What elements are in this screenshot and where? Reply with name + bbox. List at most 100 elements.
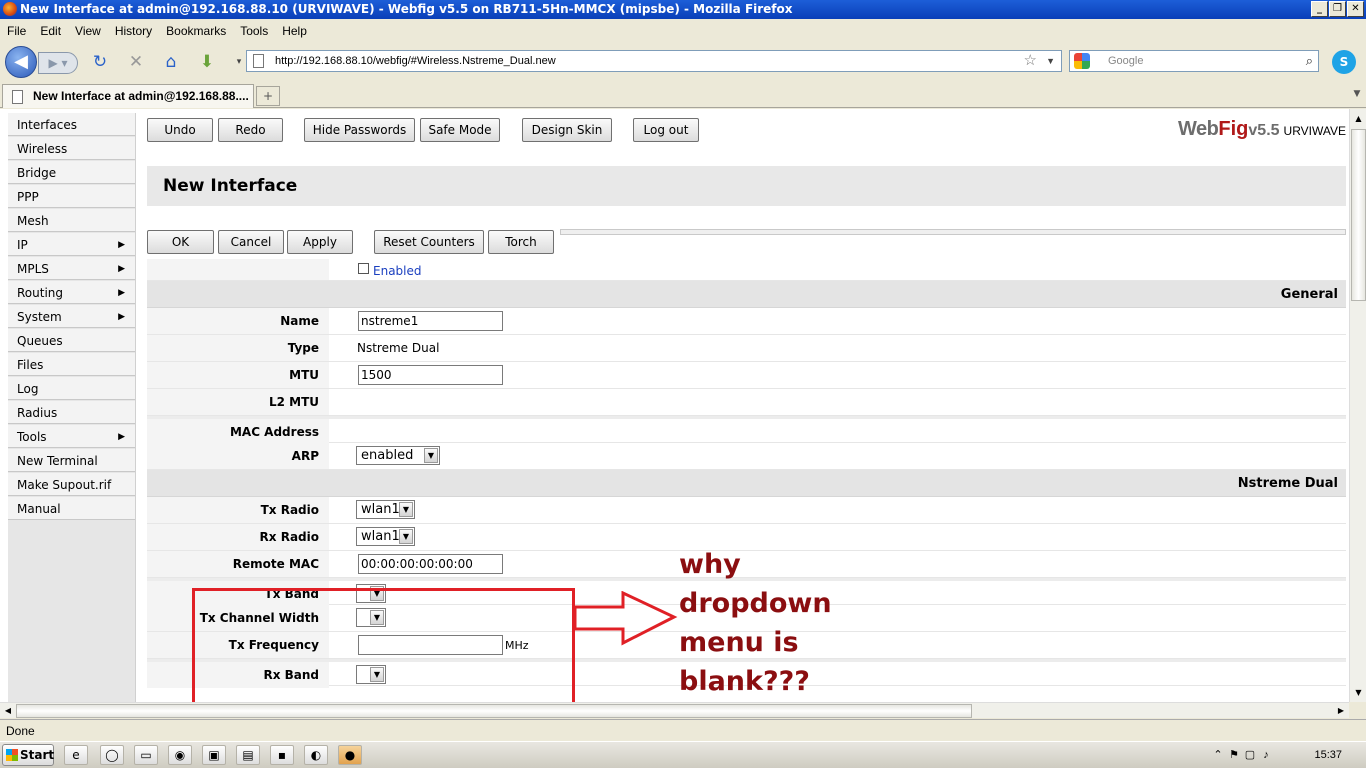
- menu-view[interactable]: View: [68, 21, 108, 41]
- scroll-up-icon[interactable]: ▲: [1351, 110, 1366, 127]
- type-row: Type Nstreme Dual: [147, 335, 1346, 362]
- tray-expand-icon[interactable]: ⌃: [1210, 745, 1226, 765]
- sidebar-item-ip[interactable]: IP ▶: [8, 233, 135, 256]
- download-icon[interactable]: ⬇: [196, 51, 218, 73]
- enabled-checkbox[interactable]: [358, 263, 369, 274]
- chevron-down-icon[interactable]: ▼: [424, 448, 438, 463]
- sidebar-item-new-terminal[interactable]: New Terminal: [8, 449, 135, 472]
- url-dropdown-icon[interactable]: ▼: [1046, 51, 1055, 71]
- cancel-button[interactable]: Cancel: [218, 230, 284, 254]
- chevron-down-icon[interactable]: ▼: [399, 502, 413, 517]
- hide-passwords-button[interactable]: Hide Passwords: [304, 118, 415, 142]
- tray-volume-icon[interactable]: ♪: [1258, 745, 1274, 765]
- mtu-input[interactable]: 1500: [358, 365, 503, 385]
- remote-mac-input[interactable]: 00:00:00:00:00:00: [358, 554, 503, 574]
- menu-bookmarks[interactable]: Bookmarks: [159, 21, 233, 41]
- home-icon[interactable]: ⌂: [160, 51, 182, 73]
- router-name: URVIWAVE: [1283, 124, 1346, 138]
- safe-mode-button[interactable]: Safe Mode: [420, 118, 500, 142]
- start-label: Start: [20, 748, 55, 762]
- ie-icon[interactable]: e: [64, 745, 88, 765]
- url-bar[interactable]: http://192.168.88.10/webfig/#Wireless.Ns…: [246, 50, 1062, 72]
- sidebar-item-queues[interactable]: Queues: [8, 329, 135, 352]
- sidebar-item-mesh[interactable]: Mesh: [8, 209, 135, 232]
- sidebar-item-log[interactable]: Log: [8, 377, 135, 400]
- minimize-button[interactable]: _: [1311, 1, 1328, 17]
- maximize-button[interactable]: ❐: [1329, 1, 1346, 17]
- vertical-scrollbar[interactable]: ▲ ▼: [1349, 109, 1366, 702]
- sidebar-item-label: Queues: [17, 334, 63, 348]
- menu-help[interactable]: Help: [275, 21, 314, 41]
- sidebar-item-wireless[interactable]: Wireless: [8, 137, 135, 160]
- skype-icon[interactable]: S: [1332, 50, 1356, 74]
- menu-bar: File Edit View History Bookmarks Tools H…: [0, 21, 1366, 41]
- new-tab-button[interactable]: +: [256, 86, 280, 106]
- tray-flag-icon[interactable]: ⚑: [1226, 745, 1242, 765]
- scroll-down-icon[interactable]: ▼: [1351, 684, 1366, 701]
- firefox-taskbar-icon[interactable]: ●: [338, 745, 362, 765]
- back-button[interactable]: ◀: [5, 46, 37, 78]
- rx-radio-select[interactable]: wlan1 ▼: [356, 527, 415, 546]
- reset-counters-button[interactable]: Reset Counters: [374, 230, 484, 254]
- search-input[interactable]: Google ⌕: [1069, 50, 1319, 72]
- arp-label: ARP: [147, 443, 329, 469]
- ok-button[interactable]: OK: [147, 230, 214, 254]
- menu-tools[interactable]: Tools: [233, 21, 275, 41]
- tab-label: New Interface at admin@192.168.88....: [33, 89, 249, 103]
- sidebar-item-bridge[interactable]: Bridge: [8, 161, 135, 184]
- tray-device-icon[interactable]: ▢: [1242, 745, 1258, 765]
- sidebar-item-ppp[interactable]: PPP: [8, 185, 135, 208]
- chat-icon[interactable]: ◯: [100, 745, 124, 765]
- sidebar-item-tools[interactable]: Tools ▶: [8, 425, 135, 448]
- name-input[interactable]: nstreme1: [358, 311, 503, 331]
- sidebar-item-interfaces[interactable]: Interfaces: [8, 113, 135, 136]
- log-out-button[interactable]: Log out: [633, 118, 699, 142]
- sidebar-item-radius[interactable]: Radius: [8, 401, 135, 424]
- tab-list-icon[interactable]: ▼: [1350, 84, 1364, 104]
- folder-icon[interactable]: ▭: [134, 745, 158, 765]
- horizontal-scrollbar[interactable]: ◀ ▶: [0, 702, 1349, 718]
- bookmark-star-icon[interactable]: ☆: [1024, 51, 1037, 71]
- tab-new-interface[interactable]: New Interface at admin@192.168.88....: [2, 84, 254, 108]
- scroll-left-icon[interactable]: ◀: [0, 703, 16, 718]
- system-tray: ⌃ ⚑ ▢ ♪ 15:37: [1210, 745, 1364, 765]
- menu-history[interactable]: History: [108, 21, 159, 41]
- annotation-text: why dropdown menu is blank???: [679, 549, 832, 697]
- google-icon[interactable]: [1074, 53, 1090, 69]
- notepad-icon[interactable]: ▤: [236, 745, 260, 765]
- arp-select[interactable]: enabled ▼: [356, 446, 440, 465]
- sidebar-item-mpls[interactable]: MPLS ▶: [8, 257, 135, 280]
- menu-edit[interactable]: Edit: [33, 21, 68, 41]
- scroll-right-icon[interactable]: ▶: [1333, 703, 1349, 718]
- cmd-icon[interactable]: ▪: [270, 745, 294, 765]
- tx-radio-select[interactable]: wlan1 ▼: [356, 500, 415, 519]
- scrollbar-thumb[interactable]: [16, 704, 972, 718]
- reload-icon[interactable]: ↻: [89, 51, 111, 73]
- close-button[interactable]: ✕: [1347, 1, 1364, 17]
- undo-button[interactable]: Undo: [147, 118, 213, 142]
- menu-file[interactable]: File: [0, 21, 33, 41]
- thunderbird-icon[interactable]: ◐: [304, 745, 328, 765]
- search-icon[interactable]: ⌕: [1306, 51, 1313, 71]
- rx-radio-label: Rx Radio: [147, 524, 329, 550]
- sidebar-item-routing[interactable]: Routing ▶: [8, 281, 135, 304]
- page-icon: [12, 90, 23, 104]
- sidebar-item-label: New Terminal: [17, 454, 98, 468]
- sidebar-item-files[interactable]: Files: [8, 353, 135, 376]
- forward-button[interactable]: ▶ ▾: [38, 52, 78, 74]
- enabled-label[interactable]: Enabled: [373, 259, 422, 284]
- design-skin-button[interactable]: Design Skin: [522, 118, 612, 142]
- chevron-down-icon[interactable]: ▼: [399, 529, 413, 544]
- redo-button[interactable]: Redo: [218, 118, 283, 142]
- network-icon[interactable]: ▣: [202, 745, 226, 765]
- sidebar-item-make-supout[interactable]: Make Supout.rif: [8, 473, 135, 496]
- start-button[interactable]: Start: [2, 744, 54, 766]
- app-icon[interactable]: ◉: [168, 745, 192, 765]
- sidebar-item-manual[interactable]: Manual: [8, 497, 135, 520]
- apply-button[interactable]: Apply: [287, 230, 353, 254]
- sidebar-item-system[interactable]: System ▶: [8, 305, 135, 328]
- submenu-arrow-icon: ▶: [118, 432, 125, 442]
- torch-button[interactable]: Torch: [488, 230, 554, 254]
- scrollbar-thumb[interactable]: [1351, 129, 1366, 301]
- stop-icon[interactable]: ✕: [125, 51, 147, 73]
